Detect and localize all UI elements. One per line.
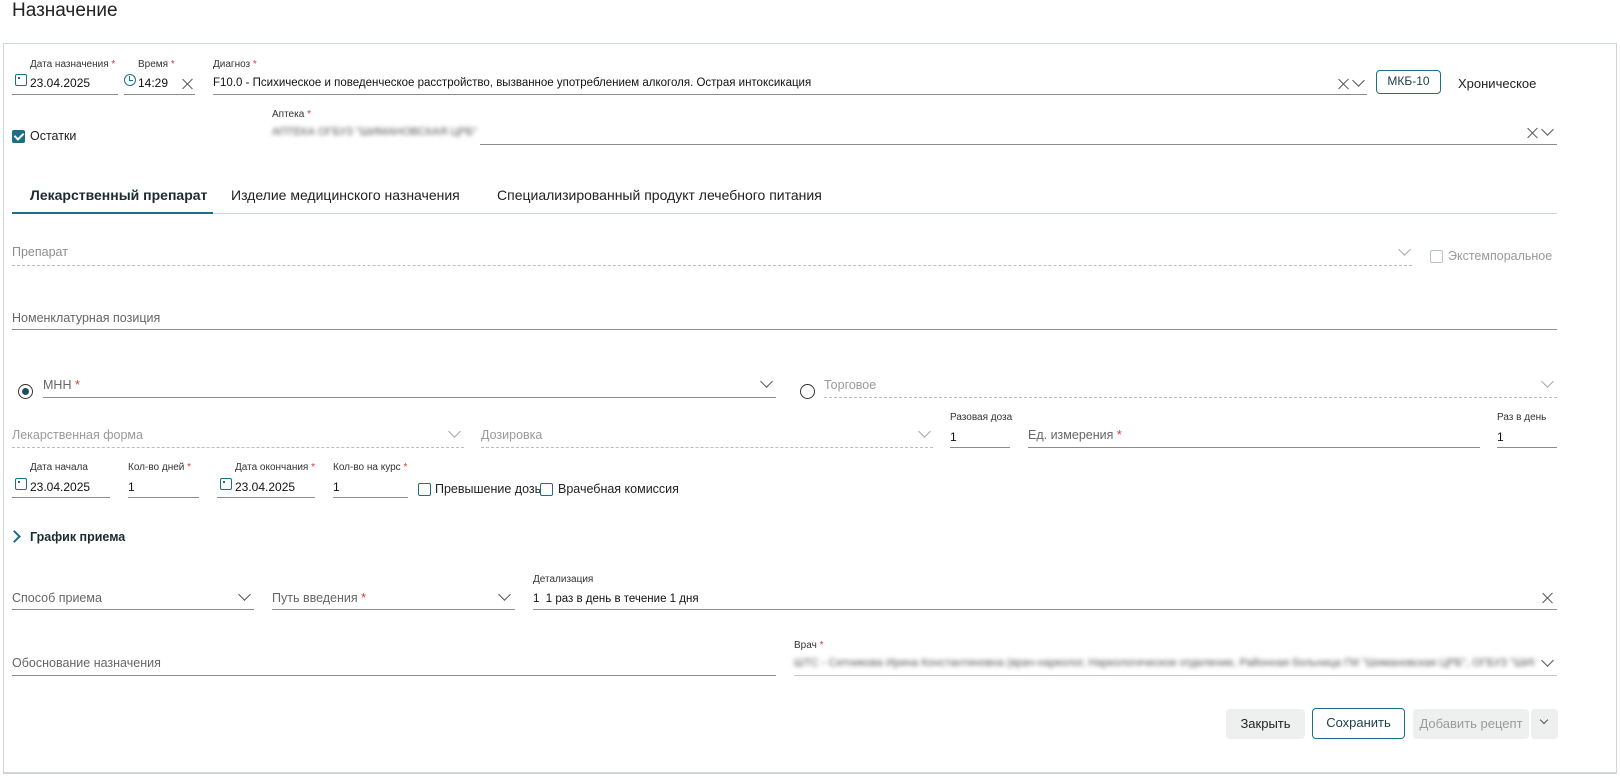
active-tab-indicator bbox=[12, 212, 213, 214]
calendar-icon[interactable] bbox=[15, 74, 27, 86]
mkb10-button[interactable]: МКБ-10 bbox=[1376, 70, 1441, 94]
diagnosis-value[interactable]: F10.0 - Психическое и поведенческое расс… bbox=[213, 76, 811, 90]
time-value[interactable]: 14:29 bbox=[138, 76, 168, 90]
tab-medical-device[interactable]: Изделие медицинского назначения bbox=[231, 187, 460, 203]
overdose-checkbox[interactable] bbox=[418, 483, 431, 496]
clear-time-icon[interactable] bbox=[182, 78, 194, 90]
times-per-day-value[interactable]: 1 bbox=[1497, 430, 1504, 444]
commission-label: Врачебная комиссия bbox=[558, 482, 679, 496]
pharmacy-label: Аптека * bbox=[272, 109, 311, 120]
method-field[interactable]: Способ приема bbox=[12, 591, 102, 606]
unit-field[interactable]: Ед. измерения * bbox=[1028, 428, 1122, 443]
course-label: Кол-во на курс * bbox=[333, 462, 408, 473]
clear-detail-icon[interactable] bbox=[1542, 592, 1554, 604]
single-dose-label: Разовая доза bbox=[950, 412, 1013, 423]
save-button[interactable]: Сохранить bbox=[1312, 708, 1405, 739]
date-value[interactable]: 23.04.2025 bbox=[30, 76, 90, 90]
single-dose-value[interactable]: 1 bbox=[950, 430, 957, 444]
drug-field[interactable]: Препарат bbox=[12, 245, 68, 260]
diagnosis-label: Диагноз * bbox=[213, 59, 257, 70]
commission-checkbox[interactable] bbox=[540, 483, 553, 496]
add-recipe-button[interactable]: Добавить рецепт bbox=[1413, 709, 1529, 739]
overdose-label: Превышение дозы bbox=[435, 482, 544, 496]
clear-pharmacy-icon[interactable] bbox=[1527, 127, 1539, 139]
extemp-label: Экстемпоральное bbox=[1448, 249, 1553, 263]
end-date-value[interactable]: 23.04.2025 bbox=[235, 480, 295, 494]
chronic-label[interactable]: Хроническое bbox=[1458, 76, 1536, 91]
close-button[interactable]: Закрыть bbox=[1226, 709, 1305, 739]
times-per-day-label: Раз в день bbox=[1497, 412, 1547, 423]
page-title: Назначение bbox=[12, 0, 118, 21]
nomenclature-field[interactable]: Номенклатурная позиция bbox=[12, 311, 160, 326]
doctor-label: Врач * bbox=[794, 640, 824, 651]
dosage-field[interactable]: Дозировка bbox=[481, 428, 542, 443]
schedule-toggle[interactable]: График приема bbox=[30, 530, 125, 544]
days-label: Кол-во дней * bbox=[128, 462, 192, 473]
dosage-form-field[interactable]: Лекарственная форма bbox=[12, 428, 143, 443]
time-label: Время * bbox=[138, 59, 175, 70]
route-field[interactable]: Путь введения * bbox=[272, 591, 366, 606]
trade-radio[interactable] bbox=[800, 384, 815, 399]
start-date-value[interactable]: 23.04.2025 bbox=[30, 480, 90, 494]
justification-field[interactable]: Обоснование назначения bbox=[12, 656, 161, 671]
chevron-down-icon bbox=[1539, 715, 1549, 725]
days-value[interactable]: 1 bbox=[128, 480, 135, 494]
tab-drug[interactable]: Лекарственный препарат bbox=[30, 187, 207, 203]
course-value[interactable]: 1 bbox=[333, 480, 340, 494]
remains-checkbox[interactable] bbox=[12, 130, 25, 143]
add-recipe-dropdown-button[interactable] bbox=[1531, 709, 1558, 739]
doctor-value[interactable]: ШТС - Ситникова Ирина Константиновна (вр… bbox=[794, 657, 1534, 669]
tab-nutrition-product[interactable]: Специализированный продукт лечебного пит… bbox=[497, 187, 822, 203]
calendar-icon[interactable] bbox=[220, 478, 232, 490]
mnn-radio[interactable] bbox=[18, 384, 33, 399]
end-date-label: Дата окончания * bbox=[235, 462, 316, 473]
clear-diagnosis-icon[interactable] bbox=[1338, 78, 1350, 90]
detail-label: Детализация bbox=[533, 574, 594, 585]
clock-icon[interactable] bbox=[124, 74, 136, 86]
extemp-checkbox[interactable] bbox=[1430, 250, 1443, 263]
calendar-icon[interactable] bbox=[15, 478, 27, 490]
date-label: Дата назначения * bbox=[30, 59, 116, 70]
detail-value[interactable]: 1 1 раз в день в течение 1 дня bbox=[533, 592, 699, 606]
mnn-field[interactable]: МНН * bbox=[43, 378, 80, 393]
start-date-label: Дата начала bbox=[30, 462, 88, 473]
pharmacy-value[interactable]: АПТЕКА ОГБУЗ "ШИМАНОВСКАЯ ЦРБ" bbox=[272, 126, 477, 138]
trade-field[interactable]: Торговое bbox=[824, 378, 876, 393]
remains-label: Остатки bbox=[30, 129, 77, 143]
